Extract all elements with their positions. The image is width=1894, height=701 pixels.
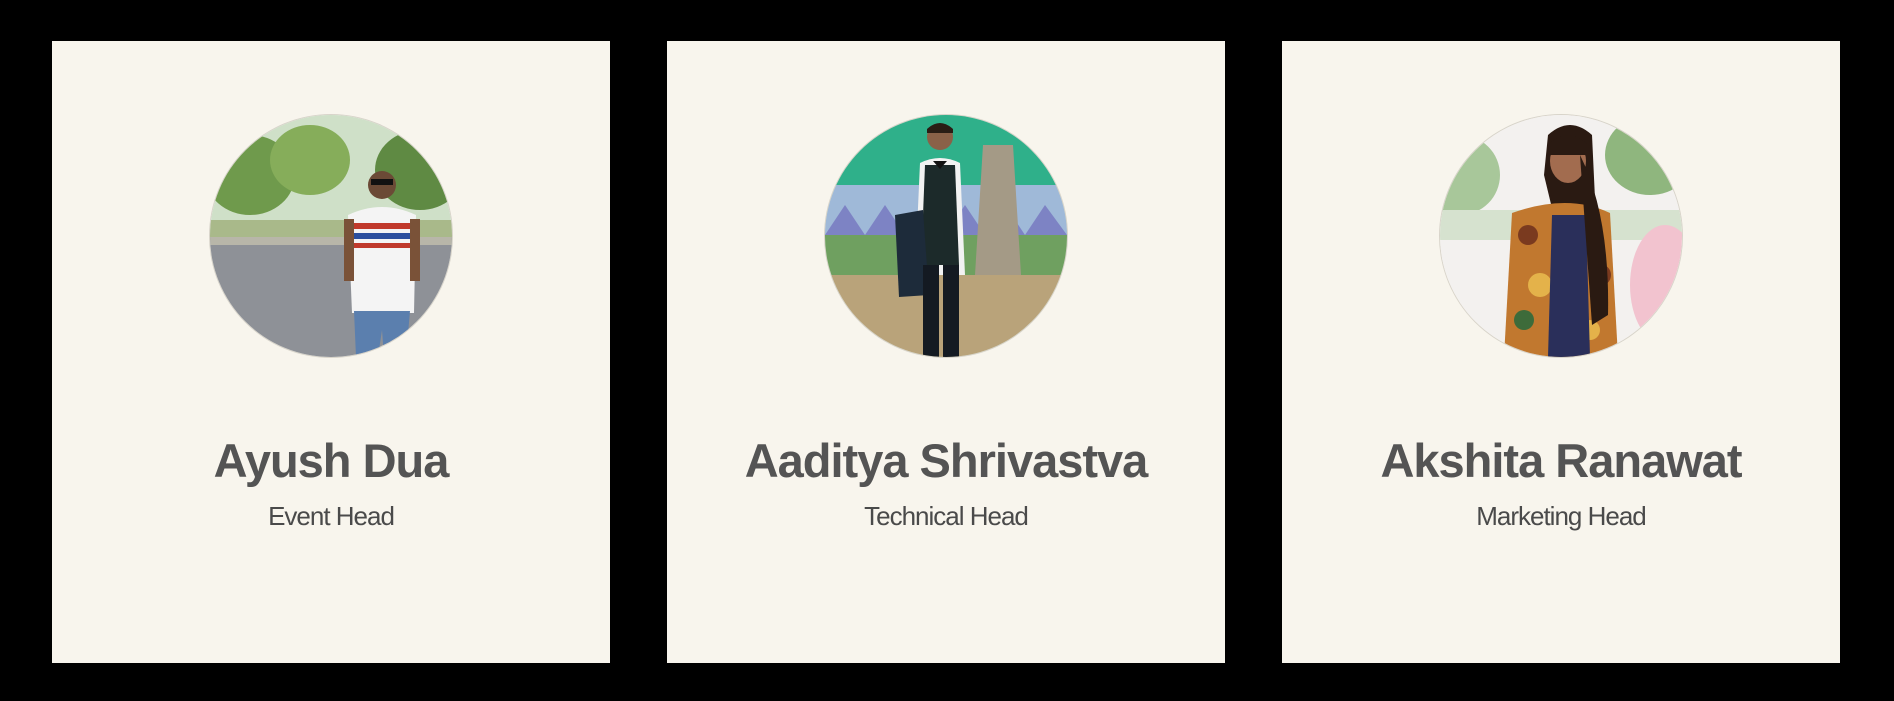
member-name: Ayush Dua xyxy=(213,434,450,487)
person-photo xyxy=(210,115,452,357)
avatar xyxy=(1440,115,1682,357)
avatar xyxy=(210,115,452,357)
member-name: Aaditya Shrivastva xyxy=(744,434,1149,487)
member-name: Akshita Ranawat xyxy=(1380,434,1742,487)
member-role: Event Head xyxy=(268,501,395,531)
team-card-aaditya-shrivastva: Aaditya Shrivastva Technical Head xyxy=(667,41,1225,663)
person-photo xyxy=(825,115,1067,357)
team-card-akshita-ranawat: Akshita Ranawat Marketing Head xyxy=(1282,41,1840,663)
team-card-ayush-dua: Ayush Dua Event Head xyxy=(52,41,610,663)
member-role: Technical Head xyxy=(864,501,1029,531)
avatar xyxy=(825,115,1067,357)
person-photo xyxy=(1440,115,1682,357)
member-role: Marketing Head xyxy=(1476,501,1647,531)
team-section: Ayush Dua Event Head Aaditya Shrivastva … xyxy=(0,0,1894,701)
